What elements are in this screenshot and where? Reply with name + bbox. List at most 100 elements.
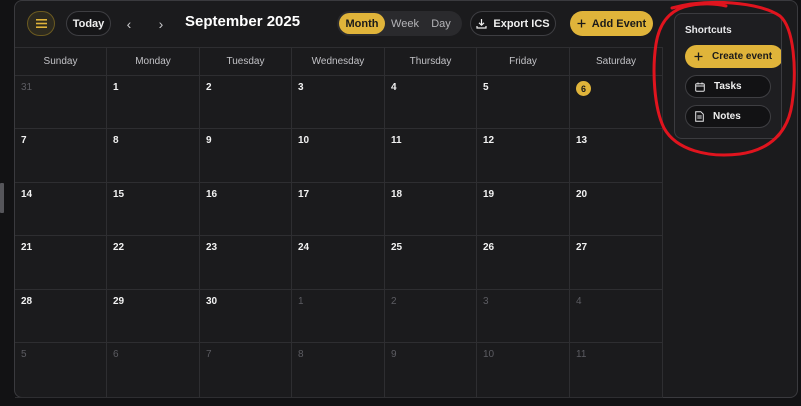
- day-cell[interactable]: 23: [200, 236, 292, 290]
- day-cell[interactable]: 7: [200, 343, 292, 398]
- day-cell[interactable]: 20: [570, 183, 663, 236]
- day-number: 27: [576, 242, 588, 253]
- day-cell[interactable]: 11: [570, 343, 663, 398]
- month-title: September 2025: [185, 13, 301, 30]
- day-cell[interactable]: 11: [385, 129, 477, 183]
- day-number: 28: [21, 296, 33, 307]
- day-cell[interactable]: 15: [107, 183, 200, 236]
- day-number: 25: [391, 242, 403, 253]
- day-cell[interactable]: 29: [107, 290, 200, 343]
- download-icon: [476, 19, 487, 29]
- menu-button[interactable]: [27, 11, 55, 36]
- day-number: 7: [206, 349, 212, 360]
- day-cell[interactable]: 30: [200, 290, 292, 343]
- next-month-button[interactable]: ›: [152, 11, 170, 36]
- weekday-header-friday: Friday: [477, 47, 570, 76]
- view-month-button[interactable]: Month: [339, 13, 385, 34]
- day-cell[interactable]: 19: [477, 183, 570, 236]
- day-cell-today[interactable]: 6: [570, 76, 663, 129]
- day-number: 31: [21, 82, 33, 93]
- create-event-label: Create event: [712, 51, 773, 62]
- shortcuts-title: Shortcuts: [685, 25, 732, 36]
- day-number: 10: [483, 349, 495, 360]
- day-cell[interactable]: 27: [570, 236, 663, 290]
- day-cell[interactable]: 3: [292, 76, 385, 129]
- view-week-button[interactable]: Week: [387, 13, 423, 34]
- day-number: 12: [483, 135, 495, 146]
- day-cell[interactable]: 31: [15, 76, 107, 129]
- today-button[interactable]: Today: [66, 11, 111, 36]
- day-cell[interactable]: 28: [15, 290, 107, 343]
- day-number: 11: [576, 349, 587, 360]
- day-cell[interactable]: 26: [477, 236, 570, 290]
- day-cell[interactable]: 10: [292, 129, 385, 183]
- view-toggle: Month Week Day: [337, 11, 462, 36]
- day-cell[interactable]: 16: [200, 183, 292, 236]
- day-number: 1: [113, 82, 119, 93]
- day-number: 5: [21, 349, 27, 360]
- day-cell[interactable]: 17: [292, 183, 385, 236]
- weekday-header-monday: Monday: [107, 47, 200, 76]
- day-cell[interactable]: 24: [292, 236, 385, 290]
- day-cell[interactable]: 5: [15, 343, 107, 398]
- day-cell[interactable]: 22: [107, 236, 200, 290]
- add-event-button[interactable]: Add Event: [570, 11, 653, 36]
- previous-month-button[interactable]: ‹: [120, 11, 138, 36]
- day-number: 3: [298, 82, 304, 93]
- day-cell[interactable]: 8: [107, 129, 200, 183]
- day-number: 24: [298, 242, 310, 253]
- day-number: 17: [298, 189, 310, 200]
- day-number: 22: [113, 242, 125, 253]
- day-number: 4: [391, 82, 397, 93]
- day-number: 1: [298, 296, 304, 307]
- chevron-right-icon: ›: [158, 15, 164, 32]
- day-cell[interactable]: 5: [477, 76, 570, 129]
- day-cell[interactable]: 2: [385, 290, 477, 343]
- day-cell[interactable]: 8: [292, 343, 385, 398]
- day-cell[interactable]: 13: [570, 129, 663, 183]
- view-day-button[interactable]: Day: [425, 13, 457, 34]
- export-ics-label: Export ICS: [493, 17, 550, 30]
- day-number: 8: [113, 135, 119, 146]
- day-number: 29: [113, 296, 125, 307]
- day-cell[interactable]: 10: [477, 343, 570, 398]
- weekday-header-tuesday: Tuesday: [200, 47, 292, 76]
- day-number: 9: [206, 135, 212, 146]
- tasks-shortcut[interactable]: Tasks: [685, 75, 771, 98]
- day-cell[interactable]: 1: [107, 76, 200, 129]
- day-number: 2: [391, 296, 397, 307]
- day-cell[interactable]: 9: [385, 343, 477, 398]
- hamburger-icon: [35, 19, 47, 28]
- add-event-label: Add Event: [591, 17, 647, 30]
- day-number: 5: [483, 82, 489, 93]
- window-edge-handle[interactable]: [0, 183, 4, 213]
- plus-icon: [577, 19, 586, 28]
- day-cell[interactable]: 18: [385, 183, 477, 236]
- day-cell[interactable]: 4: [385, 76, 477, 129]
- day-number: 3: [483, 296, 489, 307]
- day-number: 19: [483, 189, 495, 200]
- tasks-label: Tasks: [714, 81, 742, 92]
- day-number: 15: [113, 189, 125, 200]
- day-cell[interactable]: 7: [15, 129, 107, 183]
- calendar-grid: Sunday Monday Tuesday Wednesday Thursday Frid…: [15, 47, 663, 398]
- day-cell[interactable]: 2: [200, 76, 292, 129]
- day-cell[interactable]: 4: [570, 290, 663, 343]
- create-event-shortcut[interactable]: Create event: [685, 45, 781, 68]
- day-cell[interactable]: 21: [15, 236, 107, 290]
- day-cell[interactable]: 25: [385, 236, 477, 290]
- day-cell[interactable]: 3: [477, 290, 570, 343]
- day-cell[interactable]: 1: [292, 290, 385, 343]
- document-icon: [695, 111, 704, 122]
- day-number: 14: [21, 189, 33, 200]
- day-number: 23: [206, 242, 218, 253]
- day-number: 2: [206, 82, 212, 93]
- calendar-icon: [695, 82, 705, 92]
- day-cell[interactable]: 6: [107, 343, 200, 398]
- notes-shortcut[interactable]: Notes: [685, 105, 771, 128]
- day-number: 18: [391, 189, 403, 200]
- day-cell[interactable]: 12: [477, 129, 570, 183]
- export-ics-button[interactable]: Export ICS: [470, 11, 556, 36]
- day-cell[interactable]: 14: [15, 183, 107, 236]
- day-cell[interactable]: 9: [200, 129, 292, 183]
